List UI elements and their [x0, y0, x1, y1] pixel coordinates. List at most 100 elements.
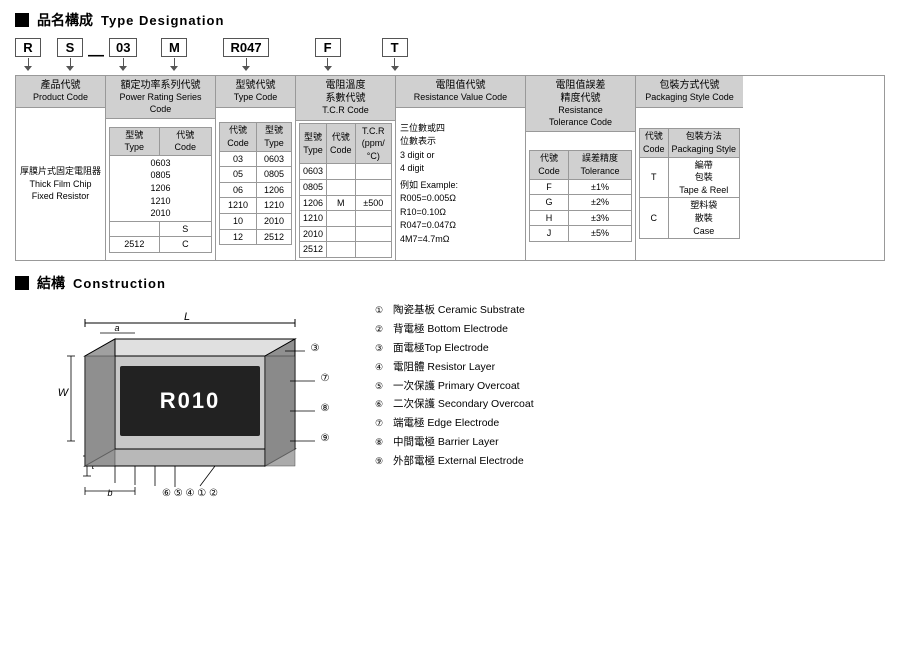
code-box-R047: R047 — [223, 38, 268, 57]
type-row-06: 061206 — [220, 182, 292, 198]
svg-text:⑨: ⑨ — [321, 433, 330, 444]
section1-title-zh: 品名構成 — [37, 10, 93, 30]
section2-title-zh: 結構 — [37, 273, 65, 293]
chip-diagram: L a W t b — [15, 301, 355, 501]
construction-body: L a W t b — [15, 301, 885, 501]
tcr-row-0805: 0805 — [300, 180, 392, 196]
main-designation-table: 產品代號 Product Code 厚膜片式固定電阻器 Thick Film C… — [15, 75, 885, 261]
section1-title: 品名構成 Type Designation — [15, 10, 885, 30]
col-resist-val-body: 三位數或四位數表示 3 digit or4 digit 例如 Example: … — [396, 108, 525, 260]
construction-item-3: ③ 面電極Top Electrode — [375, 339, 534, 358]
power-cell-C: C — [159, 237, 211, 253]
construction-item-6: ⑥ 二次保護 Secondary Overcoat — [375, 395, 534, 414]
chip-svg: L a W t b — [15, 301, 355, 501]
construction-item-2: ② 背電極 Bottom Electrode — [375, 320, 534, 339]
tcr-row-2010: 2010 — [300, 226, 392, 242]
black-square-icon-2 — [15, 276, 29, 290]
dash-separator: — — [88, 47, 104, 71]
section1-title-en: Type Designation — [101, 13, 224, 28]
col-type-body: 代號Code 型號Type 030603 050805 061206 — [216, 108, 295, 260]
svg-text:b: b — [107, 488, 112, 498]
col-type: 型號代號 Type Code 代號Code 型號Type 030603 0508 — [216, 76, 296, 260]
power-th-code: 代號Code — [159, 127, 211, 155]
tol-row-J: J±5% — [530, 226, 632, 242]
code-03: 03 — [109, 38, 137, 71]
power-cell-S: S — [159, 221, 211, 237]
svg-text:⑧: ⑧ — [321, 403, 330, 414]
col-tcr-header: 電阻溫度 系數代號 T.C.R Code — [296, 76, 395, 121]
tol-row-F: F±1% — [530, 179, 632, 195]
construction-item-9: ⑨ 外部電極 External Electrode — [375, 452, 534, 471]
col-packaging-header: 包裝方式代號 Packaging Style Code — [636, 76, 743, 108]
svg-text:⑦: ⑦ — [321, 373, 330, 384]
example-label-zh: 例如 Example: — [400, 179, 521, 193]
col-power-body: 型號Type 代號Code 0603 0805 1206 1210 2010 — [106, 119, 215, 260]
col-tcr: 電阻溫度 系數代號 T.C.R Code 型號Type 代號Code T.C.R… — [296, 76, 396, 260]
code-box-S: S — [57, 38, 83, 57]
power-cell-empty — [110, 221, 160, 237]
section2-title-en: Construction — [73, 276, 166, 291]
col-packaging: 包裝方式代號 Packaging Style Code 代號Code 包裝方法P… — [636, 76, 743, 260]
col-packaging-body: 代號Code 包裝方法Packaging Style T 編帶包裝Tape & … — [636, 108, 743, 260]
tolerance-table: 代號Code 誤差精度Tolerance F±1% G±2% H±3% — [529, 150, 632, 242]
svg-text:③: ③ — [311, 343, 320, 354]
col-tcr-body: 型號Type 代號Code T.C.R(ppm/°C) 0603 0805 12… — [296, 121, 395, 260]
typecode-table: 代號Code 型號Type 030603 050805 061206 — [219, 122, 292, 245]
power-cell-2512: 2512 — [110, 237, 160, 253]
product-zh: 厚膜片式固定電阻器 Thick Film Chip Fixed Resistor — [19, 165, 102, 203]
col-tolerance: 電阻值誤差 精度代號 Resistance Tolerance Code 代號C… — [526, 76, 636, 260]
type-row-03: 030603 — [220, 151, 292, 167]
top-codes-row: R S — 03 M R0 — [15, 38, 885, 71]
col-tolerance-header: 電阻值誤差 精度代號 Resistance Tolerance Code — [526, 76, 635, 132]
col-power-header: 額定功率系列代號 Power Rating Series Code — [106, 76, 215, 119]
tcr-row-1206: 1206M±500 — [300, 195, 392, 211]
code-box-03: 03 — [109, 38, 137, 57]
col-type-header: 型號代號 Type Code — [216, 76, 295, 108]
type-th-type: 型號Type — [256, 123, 291, 151]
code-M: M — [161, 38, 187, 71]
type-row-12: 122512 — [220, 229, 292, 245]
digit-desc-zh: 三位數或四位數表示 — [400, 122, 521, 149]
construction-item-7: ⑦ 端電極 Edge Electrode — [375, 414, 534, 433]
construction-item-8: ⑧ 中間電極 Barrier Layer — [375, 433, 534, 452]
col-product-header: 產品代號 Product Code — [16, 76, 105, 108]
example-4: 4M7=4.7mΩ — [400, 233, 521, 247]
construction-item-4: ④ 電阻體 Resistor Layer — [375, 358, 534, 377]
code-F: F — [315, 38, 341, 71]
code-box-R: R — [15, 38, 41, 57]
col-product: 產品代號 Product Code 厚膜片式固定電阻器 Thick Film C… — [16, 76, 106, 260]
col-power: 額定功率系列代號 Power Rating Series Code 型號Type… — [106, 76, 216, 260]
code-S: S — [57, 38, 83, 71]
col-resist-val: 電阻值代號 Resistance Value Code 三位數或四位數表示 3 … — [396, 76, 526, 260]
pkg-row-C: C 塑料袋散裝Case — [640, 198, 740, 239]
construction-item-5: ⑤ 一次保護 Primary Overcoat — [375, 377, 534, 396]
svg-text:W: W — [58, 387, 70, 399]
svg-text:⑥ ⑤ ④ ① ②: ⑥ ⑤ ④ ① ② — [162, 488, 218, 499]
tcr-row-0603: 0603 — [300, 164, 392, 180]
svg-text:R010: R010 — [160, 388, 221, 413]
example-1: R005=0.005Ω — [400, 192, 521, 206]
tcr-row-2512: 2512 — [300, 242, 392, 258]
svg-text:a: a — [114, 323, 119, 333]
code-R047: R047 — [223, 38, 268, 71]
power-row-2512: 2512 C — [110, 237, 212, 253]
type-designation-section: 品名構成 Type Designation R S — 03 — [15, 10, 885, 261]
example-2: R10=0.10Ω — [400, 206, 521, 220]
power-th-type: 型號Type — [110, 127, 160, 155]
code-box-F: F — [315, 38, 341, 57]
tol-row-H: H±3% — [530, 210, 632, 226]
section2-title: 結構 Construction — [15, 273, 885, 293]
power-row-1: 0603 0805 1206 1210 2010 — [110, 155, 212, 221]
tcr-row-1210: 1210 — [300, 211, 392, 227]
power-row-s: S — [110, 221, 212, 237]
digit-desc-en: 3 digit or4 digit — [400, 149, 521, 176]
code-box-T: T — [382, 38, 408, 57]
svg-text:L: L — [184, 311, 190, 323]
construction-item-1: ① 陶瓷基板 Ceramic Substrate — [375, 301, 534, 320]
black-square-icon — [15, 13, 29, 27]
type-th-code: 代號Code — [220, 123, 257, 151]
col-tolerance-body: 代號Code 誤差精度Tolerance F±1% G±2% H±3% — [526, 132, 635, 260]
tol-row-G: G±2% — [530, 195, 632, 211]
power-cell-0603-group: 0603 0805 1206 1210 2010 — [110, 155, 212, 221]
construction-list: ① 陶瓷基板 Ceramic Substrate ② 背電極 Bottom El… — [375, 301, 534, 471]
